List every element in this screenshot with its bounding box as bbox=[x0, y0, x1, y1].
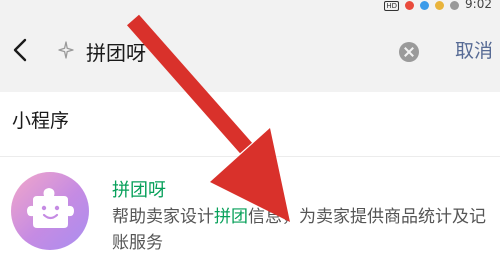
notification-dot-icon bbox=[450, 1, 460, 10]
wechat-search-screen: HD 9:02 取消 小程序 bbox=[0, 0, 500, 269]
mini-program-name: 拼团呀 bbox=[112, 180, 166, 201]
sparkle-icon bbox=[58, 41, 74, 59]
hd-badge: HD bbox=[384, 0, 400, 11]
notification-dot-icon bbox=[405, 1, 415, 10]
puzzle-smile-icon bbox=[27, 188, 74, 228]
divider bbox=[0, 156, 500, 157]
mini-program-description: 帮助卖家设计拼团信息，为卖家提供商品统计及记账服务 bbox=[112, 204, 490, 256]
status-icons: HD 9:02 bbox=[384, 0, 492, 11]
search-results-card: 小程序 拼团呀 帮助卖家设计拼团信息，为卖家提供商品统计及记账服务 bbox=[0, 92, 500, 269]
status-bar: HD 9:02 bbox=[0, 0, 500, 12]
chevron-left-icon bbox=[13, 38, 27, 62]
search-header: 取消 bbox=[0, 12, 500, 90]
mini-program-result-item[interactable]: 拼团呀 帮助卖家设计拼团信息，为卖家提供商品统计及记账服务 bbox=[0, 158, 500, 269]
desc-highlight: 拼团 bbox=[214, 207, 248, 227]
back-button[interactable] bbox=[10, 36, 32, 64]
cancel-button[interactable]: 取消 bbox=[455, 36, 493, 63]
search-box bbox=[44, 32, 434, 70]
section-title-mini-programs: 小程序 bbox=[12, 110, 70, 132]
notification-dot-icon bbox=[435, 1, 445, 10]
status-time: 9:02 bbox=[465, 0, 492, 11]
mini-program-logo bbox=[11, 172, 89, 250]
search-input[interactable] bbox=[86, 36, 386, 66]
notification-dot-icon bbox=[420, 1, 430, 10]
desc-text: 帮助卖家设计 bbox=[112, 207, 214, 227]
clear-search-button[interactable] bbox=[399, 42, 419, 62]
